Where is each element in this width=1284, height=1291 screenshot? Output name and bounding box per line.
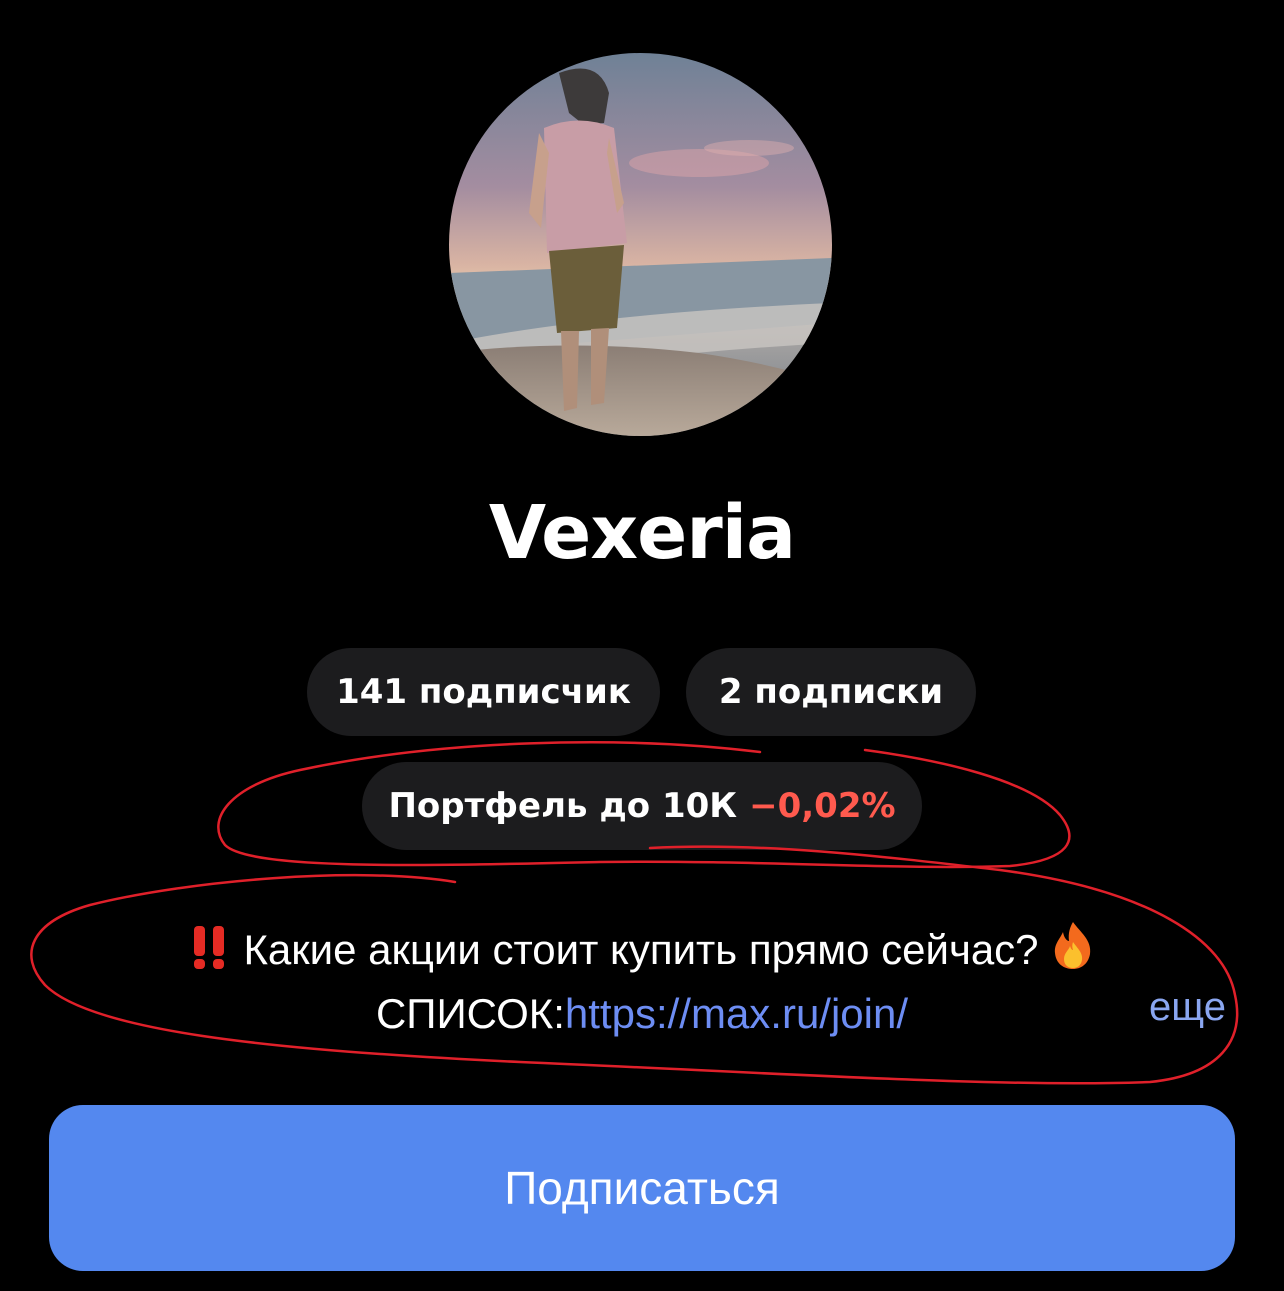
portfolio-label: Портфель до 10К xyxy=(388,786,738,826)
bio-line-1: Какие акции стоит купить прямо сейчас? xyxy=(0,920,1284,985)
bio-list-prefix: СПИСОК: xyxy=(375,990,565,1037)
followers-label: 141 подписчик xyxy=(336,672,631,712)
profile-avatar[interactable] xyxy=(449,53,832,436)
profile-bio: Какие акции стоит купить прямо сейчас? С… xyxy=(0,920,1284,1043)
following-pill[interactable]: 2 подписки xyxy=(686,648,976,736)
followers-pill[interactable]: 141 подписчик xyxy=(307,648,660,736)
bio-more-link[interactable]: еще xyxy=(1149,978,1226,1036)
portfolio-pill[interactable]: Портфель до 10К −0,02% xyxy=(362,762,922,850)
bio-text: Какие акции стоит купить прямо сейчас? xyxy=(243,926,1039,973)
double-exclamation-icon xyxy=(188,924,232,985)
profile-name: Vexeria xyxy=(488,490,796,576)
bio-link[interactable]: https://max.ru/join/ xyxy=(565,990,908,1037)
following-label: 2 подписки xyxy=(718,672,944,712)
bio-line-2: СПИСОК:https://max.ru/join/ xyxy=(0,985,1284,1043)
portfolio-change: −0,02% xyxy=(749,786,896,826)
avatar-photo xyxy=(449,53,832,436)
subscribe-button[interactable]: Подписаться xyxy=(49,1105,1235,1271)
fire-icon xyxy=(1050,920,1096,985)
